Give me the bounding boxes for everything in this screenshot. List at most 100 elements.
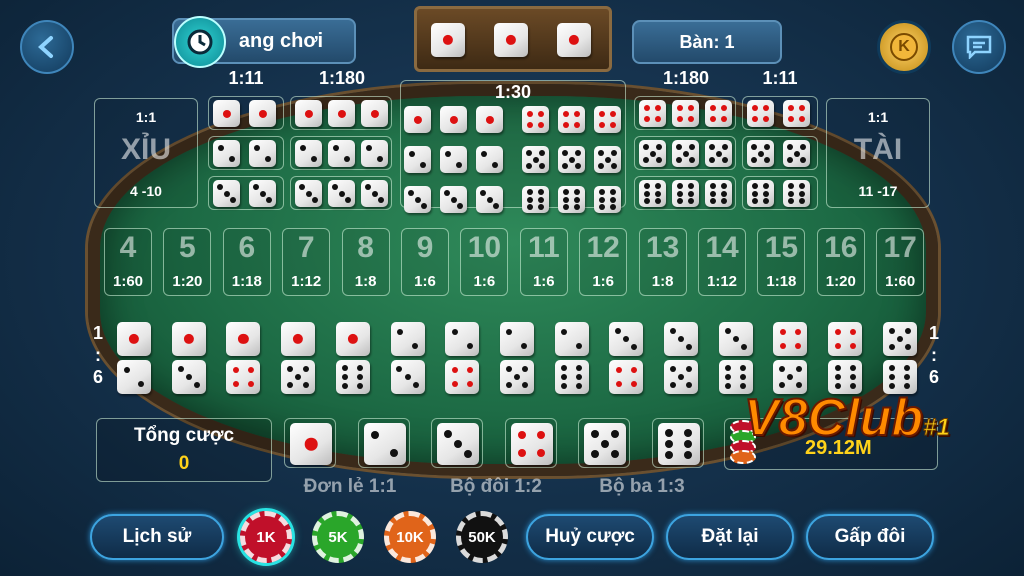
die-face-4 xyxy=(773,322,808,356)
die-face-2 xyxy=(499,322,534,356)
chip-5k[interactable]: 5K xyxy=(312,511,364,563)
die-face-2 xyxy=(213,140,240,167)
chip-1k[interactable]: 1K xyxy=(240,511,292,563)
total-ratio: 1:8 xyxy=(354,273,377,290)
chat-icon xyxy=(966,35,992,59)
combo-bet-2-5[interactable] xyxy=(497,318,539,398)
die-face-4 xyxy=(594,106,621,133)
combo-bet-2-4[interactable] xyxy=(442,318,484,398)
combo-bet-4-6[interactable] xyxy=(825,318,867,398)
combo-bet-3-5[interactable] xyxy=(661,318,703,398)
die-face-5 xyxy=(882,322,917,356)
triple-bet-6[interactable] xyxy=(634,176,736,210)
die-face-4 xyxy=(226,360,261,394)
die-face-3 xyxy=(404,186,431,213)
die-face-1 xyxy=(290,423,332,465)
die-face-6 xyxy=(594,186,621,213)
combo-bet-1-3[interactable] xyxy=(169,318,211,398)
triple-bet-4[interactable] xyxy=(634,96,736,130)
total-sum: 5 xyxy=(179,231,196,264)
single-bet-5[interactable] xyxy=(578,418,630,468)
total-bet-9[interactable]: 9 1:6 xyxy=(401,228,449,296)
tai-title: TÀI xyxy=(853,133,903,166)
total-bet-6[interactable]: 6 1:18 xyxy=(222,228,271,296)
die-face-3 xyxy=(437,423,479,465)
triple-payout-label: Bộ ba 1:3 xyxy=(599,476,685,497)
die-face-5 xyxy=(499,360,534,394)
total-bet-17[interactable]: 17 1:60 xyxy=(876,228,925,296)
xiu-bet-area[interactable]: 1:1 XỈU 4 -10 xyxy=(94,98,198,208)
total-bet-11[interactable]: 11 1:6 xyxy=(519,228,568,296)
total-bet-14[interactable]: 14 1:12 xyxy=(698,228,746,296)
pair-bet-6[interactable] xyxy=(742,176,818,210)
total-bet-4[interactable]: 4 1:60 xyxy=(104,228,152,296)
chat-button[interactable] xyxy=(952,20,1006,74)
combo-bet-2-3[interactable] xyxy=(388,318,430,398)
combo-bet-3-4[interactable] xyxy=(606,318,648,398)
v8club-watermark: V8Club#1 xyxy=(743,388,950,448)
total-ratio: 1:6 xyxy=(532,273,555,290)
pair-bet-3[interactable] xyxy=(208,176,284,210)
die-face-1 xyxy=(226,322,261,356)
total-sum: 14 xyxy=(705,231,739,264)
combo-bet-1-6[interactable] xyxy=(333,318,375,398)
double-bet-button[interactable]: Gấp đôi xyxy=(806,514,934,560)
total-bet-13[interactable]: 13 1:8 xyxy=(638,228,687,296)
combo-bet-1-2[interactable] xyxy=(114,318,156,398)
single-bet-2[interactable] xyxy=(357,418,410,468)
total-sum: 17 xyxy=(883,231,917,264)
combo-bet-1-5[interactable] xyxy=(278,318,320,398)
total-bet-10[interactable]: 10 1:6 xyxy=(460,228,509,296)
total-ratio: 1:6 xyxy=(592,273,615,290)
die-face-2 xyxy=(249,140,276,167)
total-bet-16[interactable]: 16 1:20 xyxy=(816,228,865,296)
triple-bet-3[interactable] xyxy=(290,176,392,210)
single-bet-3[interactable] xyxy=(431,418,483,468)
die-face-4 xyxy=(747,100,774,127)
triple-bet-5[interactable] xyxy=(634,136,736,170)
die-face-1 xyxy=(335,322,370,356)
die-face-1 xyxy=(404,106,431,133)
total-bet-15[interactable]: 15 1:18 xyxy=(757,228,806,296)
single-bet-6[interactable] xyxy=(651,418,704,468)
pair-bet-4[interactable] xyxy=(742,96,818,130)
die-face-5 xyxy=(672,140,699,167)
die-face-3 xyxy=(664,322,698,356)
triple-bet-1[interactable] xyxy=(290,96,392,130)
die-face-5 xyxy=(281,360,316,394)
total-ratio: 1:12 xyxy=(706,273,738,290)
die-face-1 xyxy=(440,106,467,133)
total-bet-7[interactable]: 7 1:12 xyxy=(282,228,331,296)
history-button[interactable]: Lịch sử xyxy=(90,514,224,560)
die-face-5 xyxy=(783,140,810,167)
result-die xyxy=(431,23,465,57)
total-bet-12[interactable]: 12 1:6 xyxy=(579,228,628,296)
chip-10k[interactable]: 10K xyxy=(384,511,436,563)
triple-bet-2[interactable] xyxy=(290,136,392,170)
clock-history-icon[interactable] xyxy=(174,16,226,68)
die-face-6 xyxy=(747,180,774,207)
combo-bet-4-5[interactable] xyxy=(770,318,812,398)
chip-50k[interactable]: 50K xyxy=(456,511,508,563)
total-bet-5[interactable]: 5 1:20 xyxy=(163,228,212,296)
die-face-5 xyxy=(594,146,621,173)
pair-bet-2[interactable] xyxy=(208,136,284,170)
combo-bet-1-4[interactable] xyxy=(223,318,265,398)
total-bet-8[interactable]: 8 1:8 xyxy=(341,228,390,296)
pair-bet-5[interactable] xyxy=(742,136,818,170)
reset-button[interactable]: Đặt lại xyxy=(666,514,794,560)
die-face-5 xyxy=(664,360,698,394)
combo-bet-5-6[interactable] xyxy=(880,318,922,398)
single-bet-4[interactable] xyxy=(504,418,557,468)
back-button[interactable] xyxy=(20,20,74,74)
tai-bet-area[interactable]: 1:1 TÀI 11 -17 xyxy=(826,98,930,208)
combo-bet-3-6[interactable] xyxy=(716,318,758,398)
cancel-bet-button[interactable]: Huỷ cược xyxy=(526,514,654,560)
total-sum: 12 xyxy=(586,231,620,264)
die-face-4 xyxy=(783,100,810,127)
total-sum: 6 xyxy=(238,231,256,264)
combo-bet-2-6[interactable] xyxy=(552,318,594,398)
single-bet-1[interactable] xyxy=(284,418,336,468)
coin-button[interactable]: K xyxy=(877,20,931,74)
pair-bet-1[interactable] xyxy=(208,96,284,130)
